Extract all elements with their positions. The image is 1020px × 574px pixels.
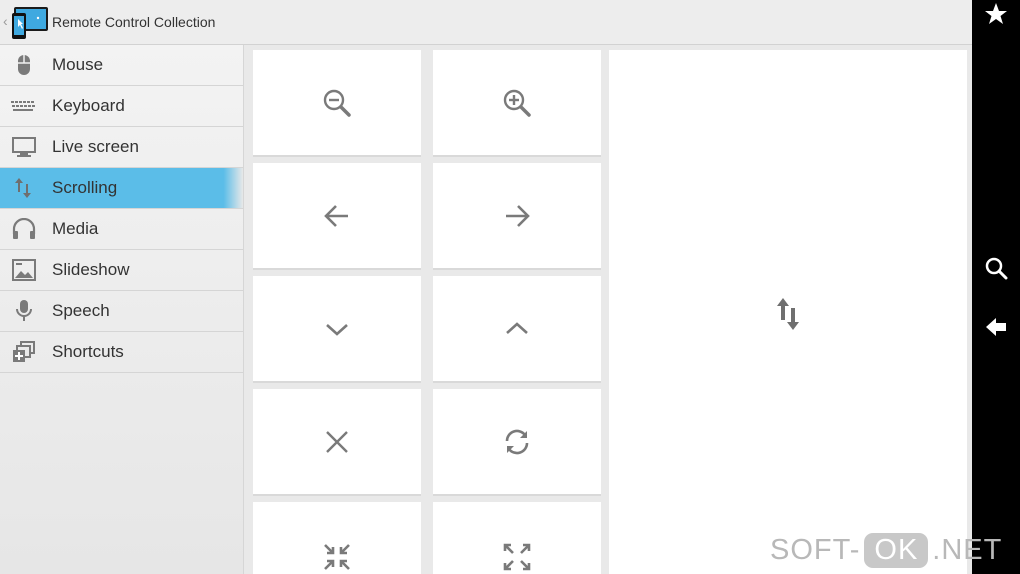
zoom-out-button[interactable] (253, 50, 421, 157)
expand-button[interactable] (433, 502, 601, 574)
sidebar-item-shortcuts[interactable]: Shortcuts (0, 332, 243, 373)
app-bar: ‹ Remote Control Collection (0, 0, 972, 45)
star-icon[interactable] (984, 2, 1008, 26)
expand-icon (503, 543, 531, 571)
refresh-icon (505, 429, 529, 454)
close-icon (326, 430, 348, 453)
zoom-out-icon (323, 89, 351, 117)
sidebar-item-label: Live screen (52, 137, 139, 156)
scroll-up-button[interactable] (433, 276, 601, 383)
sidebar-item-label: Speech (52, 301, 110, 320)
arrow-right-icon (506, 204, 530, 227)
watermark-badge: OK (864, 532, 929, 568)
scroll-left-button[interactable] (253, 163, 421, 270)
close-button[interactable] (253, 389, 421, 496)
sidebar-item-speech[interactable]: Speech (0, 291, 243, 332)
watermark: SOFT- OK .NET (770, 530, 1002, 570)
back-arrow-icon[interactable] (984, 315, 1008, 339)
scroll-right-button[interactable] (433, 163, 601, 270)
search-icon[interactable] (984, 256, 1008, 280)
sidebar-item-label: Slideshow (52, 260, 130, 279)
sidebar-item-keyboard[interactable]: Keyboard (0, 86, 243, 127)
chevron-up-icon (506, 321, 528, 334)
refresh-button[interactable] (433, 389, 601, 496)
keyboard-icon (11, 101, 35, 111)
mouse-icon (18, 55, 30, 75)
scroll-touchpad[interactable] (609, 50, 967, 574)
chevron-down-icon (326, 323, 348, 336)
app-logo-icon[interactable] (10, 5, 50, 41)
sidebar-item-media[interactable]: Media (0, 209, 243, 250)
sidebar-item-mouse[interactable]: Mouse (0, 45, 243, 86)
system-navigation-bar (972, 0, 1020, 574)
sidebar-item-live-screen[interactable]: Live screen (0, 127, 243, 168)
headphones-icon (12, 218, 36, 239)
sidebar: Mouse Keyboard Live screen Scrolling Med… (0, 45, 244, 574)
sidebar-item-label: Media (52, 219, 99, 238)
scroll-control-panel (244, 45, 972, 574)
app-title: Remote Control Collection (52, 14, 216, 30)
sidebar-item-label: Keyboard (52, 96, 125, 115)
scroll-arrows-icon (777, 298, 799, 330)
watermark-text: SOFT- (770, 533, 861, 566)
sidebar-item-scrolling[interactable]: Scrolling (0, 168, 243, 209)
up-caret-icon[interactable]: ‹ (3, 13, 8, 29)
zoom-in-button[interactable] (433, 50, 601, 157)
sidebar-item-slideshow[interactable]: Slideshow (0, 250, 243, 291)
image-icon (12, 259, 36, 281)
sidebar-item-label: Shortcuts (52, 342, 124, 361)
collapse-icon (324, 544, 350, 570)
sidebar-item-label: Mouse (52, 55, 104, 74)
watermark-suffix: .NET (932, 533, 1003, 566)
zoom-in-icon (503, 89, 531, 117)
scroll-down-button[interactable] (253, 276, 421, 383)
arrow-left-icon (324, 204, 348, 227)
sidebar-item-label: Scrolling (52, 178, 118, 197)
monitor-icon (12, 137, 36, 157)
collapse-button[interactable] (253, 502, 421, 574)
scroll-arrows-icon (15, 178, 31, 198)
shortcuts-icon (13, 341, 35, 362)
microphone-icon (16, 300, 32, 321)
